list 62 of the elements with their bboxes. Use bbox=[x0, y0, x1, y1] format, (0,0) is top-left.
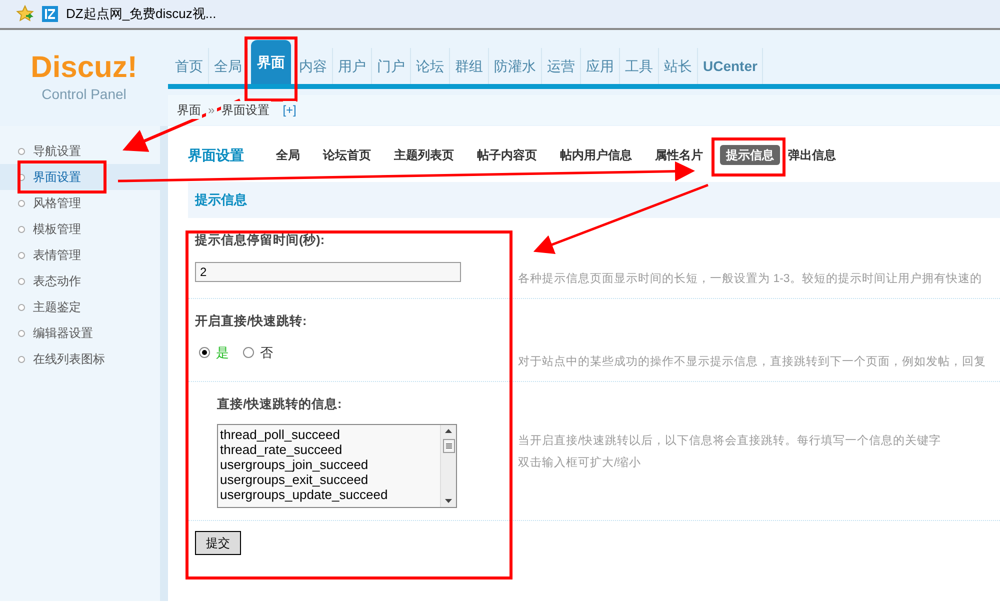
sub-tab[interactable]: 提示信息 bbox=[720, 145, 780, 165]
radio-button[interactable] bbox=[243, 347, 254, 358]
scroll-down-icon[interactable] bbox=[445, 499, 452, 503]
add-shortcut-link[interactable]: [+] bbox=[282, 101, 296, 119]
help-text: 各种提示信息页面显示时间的长短，一般设置为 1-3。较短的提示时间让用户拥有快速的 bbox=[518, 271, 983, 287]
sidebar-item[interactable]: 界面设置 bbox=[0, 164, 160, 190]
sub-tab[interactable]: 全局 bbox=[270, 145, 306, 165]
sub-tab[interactable]: 主题列表页 bbox=[388, 145, 460, 165]
setting-label: 直接/快速跳转的信息: bbox=[217, 396, 343, 413]
section-title: 提示信息 bbox=[195, 191, 247, 210]
sidebar-item[interactable]: 表态动作 bbox=[0, 268, 160, 294]
scrollbar[interactable] bbox=[440, 425, 456, 507]
sidebar-item[interactable]: 在线列表图标 bbox=[0, 346, 160, 372]
nav-tab[interactable]: 用户 bbox=[333, 48, 372, 84]
page-title: 界面设置 bbox=[188, 146, 244, 164]
logo-text: Discuz! bbox=[30, 52, 138, 84]
sidebar-item[interactable]: 风格管理 bbox=[0, 190, 160, 216]
sub-tab[interactable]: 弹出信息 bbox=[782, 145, 842, 165]
nav-tab[interactable]: 界面 bbox=[251, 40, 291, 84]
submit-button[interactable]: 提交 bbox=[195, 531, 241, 555]
nav-tab[interactable]: 全局 bbox=[209, 48, 248, 84]
textarea-line: thread_rate_succeed bbox=[220, 442, 344, 457]
nav-tab[interactable]: 运营 bbox=[542, 48, 581, 84]
textarea-line: usergroups_update_succeed bbox=[220, 487, 389, 502]
textarea-line: usergroups_exit_succeed bbox=[220, 472, 370, 487]
setting-label: 提示信息停留时间(秒): bbox=[195, 232, 326, 249]
help-text: 双击输入框可扩大/缩小 bbox=[518, 455, 642, 471]
nav-tab[interactable]: 工具 bbox=[620, 48, 659, 84]
logo-subtitle: Control Panel bbox=[42, 85, 126, 104]
favorites-star-icon[interactable] bbox=[16, 5, 34, 23]
nav-tab[interactable]: 论坛 bbox=[411, 48, 450, 84]
nav-tab[interactable]: 应用 bbox=[581, 48, 620, 84]
browser-tab-title[interactable]: DZ起点网_免费discuz视... bbox=[66, 4, 216, 24]
textarea-line: usergroups_join_succeed bbox=[220, 457, 370, 472]
scroll-thumb[interactable] bbox=[442, 439, 454, 453]
input-field[interactable]: 2 bbox=[195, 262, 461, 282]
nav-tab[interactable]: 群组 bbox=[450, 48, 489, 84]
sidebar-item[interactable]: 模板管理 bbox=[0, 216, 160, 242]
sub-tab[interactable]: 论坛首页 bbox=[317, 145, 377, 165]
setting-label: 开启直接/快速跳转: bbox=[195, 312, 308, 330]
sidebar-item[interactable]: 表情管理 bbox=[0, 242, 160, 268]
nav-tab[interactable]: UCenter bbox=[698, 48, 764, 84]
help-text: 当开启直接/快速跳转以后，以下信息将会直接跳转。每行填写一个信息的关键字 bbox=[518, 433, 942, 449]
sub-tab[interactable]: 帖子内容页 bbox=[471, 145, 543, 165]
nav-tab[interactable]: 门户 bbox=[372, 48, 411, 84]
site-logo-icon bbox=[42, 6, 58, 22]
radio-button[interactable] bbox=[199, 347, 210, 358]
nav-tab[interactable]: 首页 bbox=[170, 48, 209, 84]
scroll-up-icon[interactable] bbox=[445, 429, 452, 433]
textarea-line: thread_poll_succeed bbox=[220, 427, 341, 442]
radio-label[interactable]: 否 bbox=[260, 343, 273, 362]
help-text: 对于站点中的某些成功的操作不显示提示信息，直接跳转到下一个页面，例如发帖，回复 bbox=[518, 354, 987, 370]
message-textarea[interactable]: thread_poll_succeed thread_rate_succeed usergroups_join_succeed usergroups_exit_succeed usergroups_update_succeed bbox=[217, 424, 457, 508]
highlight-box bbox=[244, 36, 298, 102]
sub-tab[interactable]: 帖内用户信息 bbox=[554, 145, 638, 165]
nav-tab[interactable]: 内容 bbox=[294, 48, 333, 84]
nav-tab[interactable]: 站长 bbox=[659, 48, 698, 84]
sidebar-item[interactable]: 导航设置 bbox=[0, 138, 160, 164]
sidebar-item[interactable]: 主题鉴定 bbox=[0, 294, 160, 320]
nav-tab[interactable]: 防灌水 bbox=[489, 48, 542, 84]
sidebar-item[interactable]: 编辑器设置 bbox=[0, 320, 160, 346]
sub-tab[interactable]: 属性名片 bbox=[649, 145, 709, 165]
